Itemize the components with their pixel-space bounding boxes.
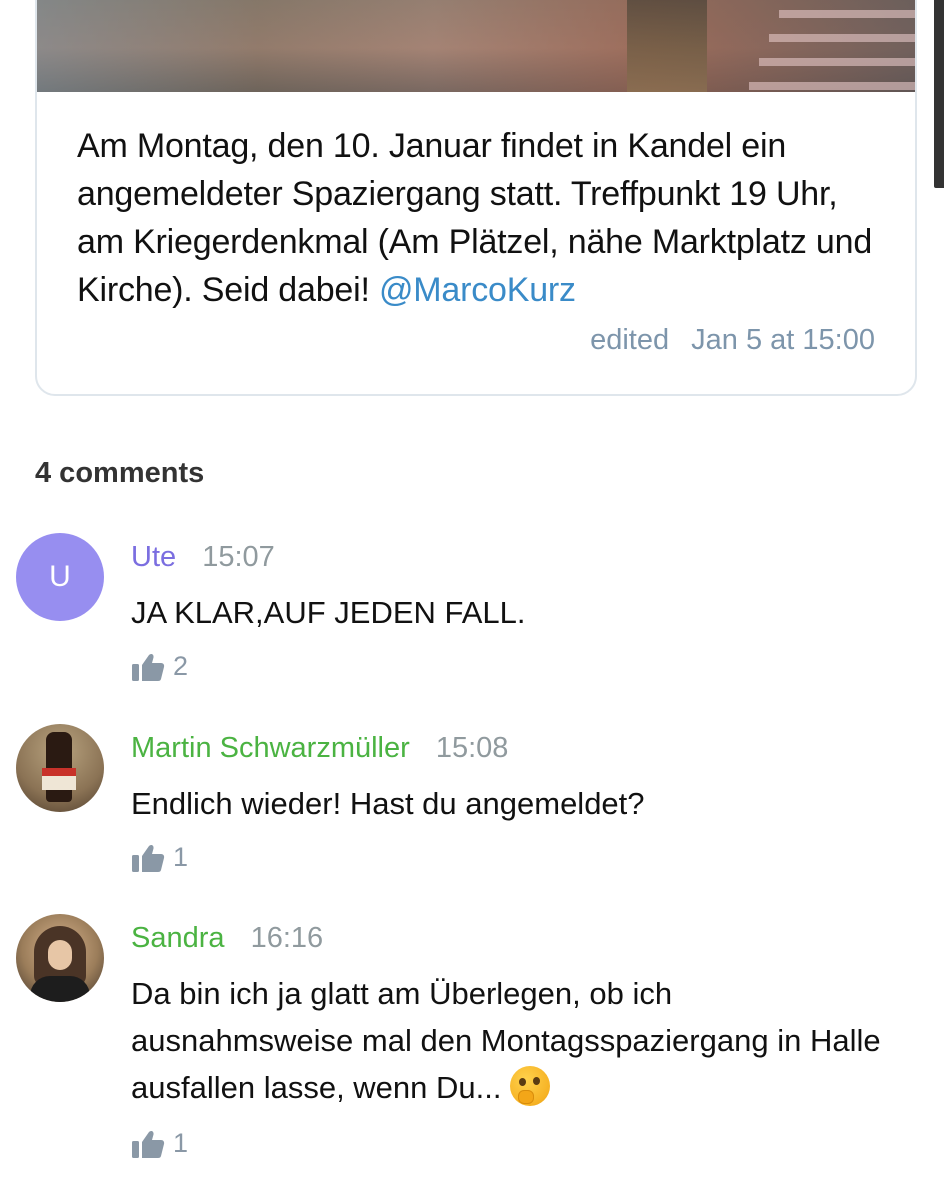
photo-figure xyxy=(627,0,707,92)
comment-time: 16:16 xyxy=(250,922,324,954)
like-button[interactable]: 2 xyxy=(131,651,188,682)
comment-header: Martin Schwarzmüller 15:08 xyxy=(131,732,508,765)
scrollbar-thumb[interactable] xyxy=(934,0,944,188)
post-date[interactable]: Jan 5 at 15:00 xyxy=(691,324,875,356)
author-name[interactable]: Sandra xyxy=(131,922,225,954)
comment-text: Da bin ich ja glatt am Überlegen, ob ich… xyxy=(131,970,901,1111)
thumbs-up-icon xyxy=(132,844,165,872)
scrollbar[interactable] xyxy=(934,0,944,1200)
like-count: 2 xyxy=(173,651,189,681)
post-mention-link[interactable]: @MarcoKurz xyxy=(379,271,576,309)
post-photo[interactable] xyxy=(37,0,915,92)
comments-count: 4 comments xyxy=(35,457,205,489)
comment-time: 15:08 xyxy=(435,732,509,764)
edited-label: edited xyxy=(590,324,670,356)
emoji-hand xyxy=(518,1090,535,1104)
avatar[interactable] xyxy=(16,724,104,812)
thumbs-up-icon xyxy=(132,1130,165,1158)
photo-stairs xyxy=(749,0,915,92)
comment-time: 15:07 xyxy=(202,541,275,573)
avatar-bottle-shape xyxy=(46,732,72,802)
author-name[interactable]: Ute xyxy=(131,541,176,573)
author-name[interactable]: Martin Schwarzmüller xyxy=(131,732,410,764)
avatar[interactable] xyxy=(16,914,104,1002)
avatar-initial: U xyxy=(49,560,71,593)
comment-text: JA KLAR,AUF JEDEN FALL. xyxy=(131,595,526,630)
avatar[interactable]: U xyxy=(16,533,104,621)
like-button[interactable]: 1 xyxy=(131,842,188,873)
comment-text-body: Da bin ich ja glatt am Überlegen, ob ich… xyxy=(131,976,881,1105)
post-text: Am Montag, den 10. Januar findet in Kand… xyxy=(77,122,887,314)
like-button[interactable]: 1 xyxy=(131,1128,188,1159)
like-count: 1 xyxy=(173,1128,189,1158)
comment-text: Endlich wieder! Hast du angemeldet? xyxy=(131,786,645,821)
post-meta: edited Jan 5 at 15:00 xyxy=(590,324,875,357)
avatar-bottle-label xyxy=(42,768,76,790)
like-count: 1 xyxy=(173,842,189,872)
comment-header: Sandra 16:16 xyxy=(131,922,323,955)
thumbs-up-icon xyxy=(132,653,165,681)
avatar-shirt xyxy=(30,976,90,1002)
avatar-face xyxy=(48,940,72,970)
comment-header: Ute 15:07 xyxy=(131,541,275,574)
post-card: Am Montag, den 10. Januar findet in Kand… xyxy=(35,0,917,396)
thinking-face-icon xyxy=(510,1066,551,1106)
